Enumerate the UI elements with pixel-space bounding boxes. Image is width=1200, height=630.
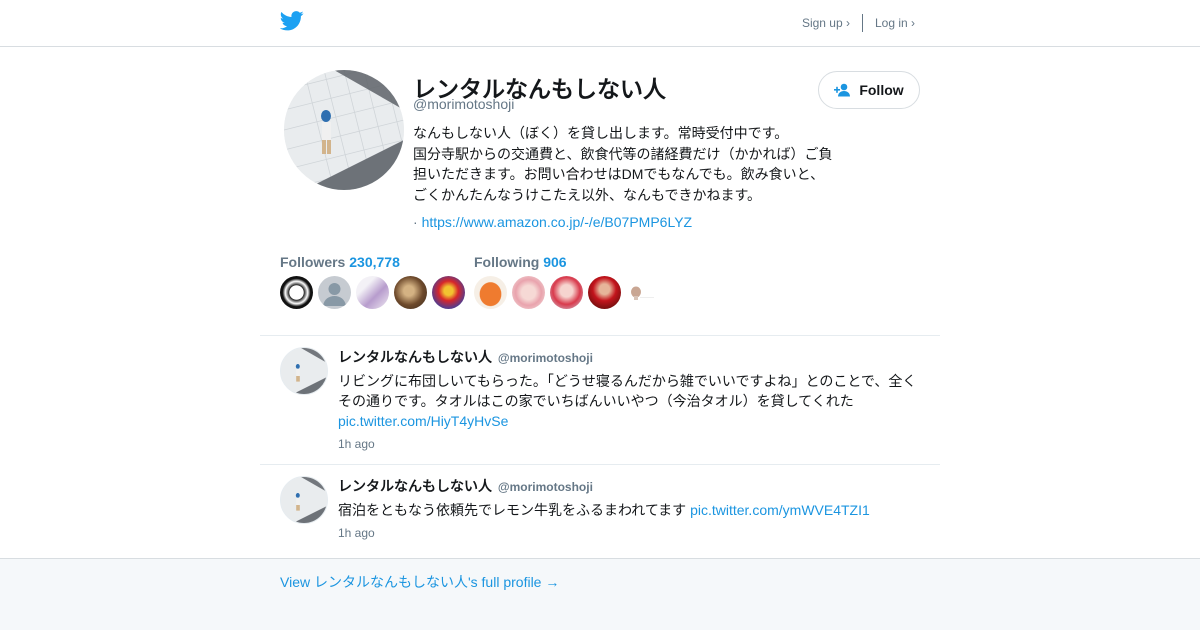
follow-button[interactable]: Follow — [818, 71, 920, 109]
tweet-timestamp[interactable]: 1h ago — [338, 526, 928, 540]
tweet-avatar[interactable] — [280, 347, 328, 395]
link-bullet: · — [413, 214, 418, 230]
avatar-photo — [281, 348, 327, 394]
tweet-author-handle[interactable]: @morimotoshoji — [498, 351, 593, 365]
follow-counts: Followers 230,778 Following 906 — [280, 254, 920, 314]
profile-footer: View レンタルなんもしない人's full profile → — [0, 558, 1200, 630]
follower-avatars — [280, 276, 470, 309]
tweet-author-name[interactable]: レンタルなんもしない人 — [338, 478, 492, 494]
follower-avatar[interactable] — [280, 276, 313, 309]
tweet-divider — [260, 464, 940, 465]
following-value: 906 — [543, 254, 567, 270]
tweet-timestamp[interactable]: 1h ago — [338, 437, 928, 451]
profile-website: · https://www.amazon.co.jp/-/e/B07PMP6LY… — [413, 214, 692, 230]
tweet-text-line: 宿泊をともなう依頼先でレモン牛乳をふるまわれてます — [338, 502, 687, 518]
follower-avatar[interactable] — [432, 276, 465, 309]
tweet-body: レンタルなんもしない人 @morimotoshoji 宿泊をともなう依頼先でレモ… — [338, 476, 928, 540]
following-label: Following — [474, 254, 540, 270]
tweet-media-link[interactable]: pic.twitter.com/HiyT4yHvSe — [338, 413, 508, 429]
tweet-author-handle[interactable]: @morimotoshoji — [498, 480, 593, 494]
tweet-media-link[interactable]: pic.twitter.com/ymWVE4TZI1 — [690, 502, 870, 518]
profile-handle: @morimotoshoji — [413, 96, 515, 112]
following-avatar[interactable] — [512, 276, 545, 309]
follower-avatar[interactable] — [394, 276, 427, 309]
bio-line: 担いただきます。お問い合わせはDMでもなんでも。飲み食いと、 — [413, 166, 825, 182]
tweet-avatar[interactable] — [280, 476, 328, 524]
tweet-body: レンタルなんもしない人 @morimotoshoji リビングに布団しいてもらっ… — [338, 347, 928, 451]
signup-link[interactable]: Sign up › — [802, 16, 850, 30]
follower-avatar[interactable] — [318, 276, 351, 309]
following-avatar[interactable] — [626, 276, 659, 309]
avatar-photo — [284, 70, 404, 190]
following-count[interactable]: Following 906 — [474, 254, 664, 270]
follow-label: Follow — [859, 82, 904, 98]
following-avatar[interactable] — [474, 276, 507, 309]
bio-line: なんもしない人（ぼく）を貸し出します。常時受付中です。 — [413, 125, 789, 141]
follower-avatar[interactable] — [356, 276, 389, 309]
followers-count[interactable]: Followers 230,778 — [280, 254, 470, 270]
avatar-photo — [281, 477, 327, 523]
following-avatar[interactable] — [588, 276, 621, 309]
following-avatars — [474, 276, 664, 309]
login-link[interactable]: Log in › — [875, 16, 915, 30]
profile-bio: なんもしない人（ぼく）を貸し出します。常時受付中です。 国分寺駅からの交通費と、… — [413, 123, 843, 205]
profile-avatar[interactable] — [284, 70, 404, 190]
add-user-icon — [834, 83, 851, 97]
twitter-bird-icon[interactable] — [280, 11, 304, 31]
following-avatar[interactable] — [550, 276, 583, 309]
tweet-author-name[interactable]: レンタルなんもしない人 — [338, 349, 492, 365]
followers-group: Followers 230,778 — [280, 254, 470, 309]
top-bar: Sign up › Log in › — [0, 0, 1200, 47]
bio-line: 国分寺駅からの交通費と、飲食代等の諸経費だけ（かかれば）ご負 — [413, 145, 833, 162]
tweet-header: レンタルなんもしない人 @morimotoshoji — [338, 347, 928, 367]
tweet-text-line: その通りです。タオルはこの家でいちばんいいやつ（今治タオル）を貸してくれた — [338, 393, 854, 409]
auth-divider — [861, 14, 863, 32]
tweet-header: レンタルなんもしない人 @morimotoshoji — [338, 476, 928, 496]
section-divider — [260, 335, 940, 336]
website-link[interactable]: https://www.amazon.co.jp/-/e/B07PMP6LYZ — [422, 214, 693, 230]
following-group: Following 906 — [474, 254, 664, 309]
tweet-text: 宿泊をともなう依頼先でレモン牛乳をふるまわれてます pic.twitter.co… — [338, 500, 928, 520]
followers-value: 230,778 — [349, 254, 400, 270]
tweet-text: リビングに布団しいてもらった。「どうせ寝るんだから雑でいいですよね」とのことで、… — [338, 371, 928, 431]
full-profile-link[interactable]: View レンタルなんもしない人's full profile → — [280, 572, 559, 592]
auth-links: Sign up › Log in › — [802, 14, 915, 32]
bio-line: ごくかんたんなうけこたえ以外、なんもできかねます。 — [413, 186, 762, 203]
followers-label: Followers — [280, 254, 346, 270]
tweet-text-line: リビングに布団しいてもらった。「どうせ寝るんだから雑でいいですよね」とのことで、… — [338, 373, 917, 389]
